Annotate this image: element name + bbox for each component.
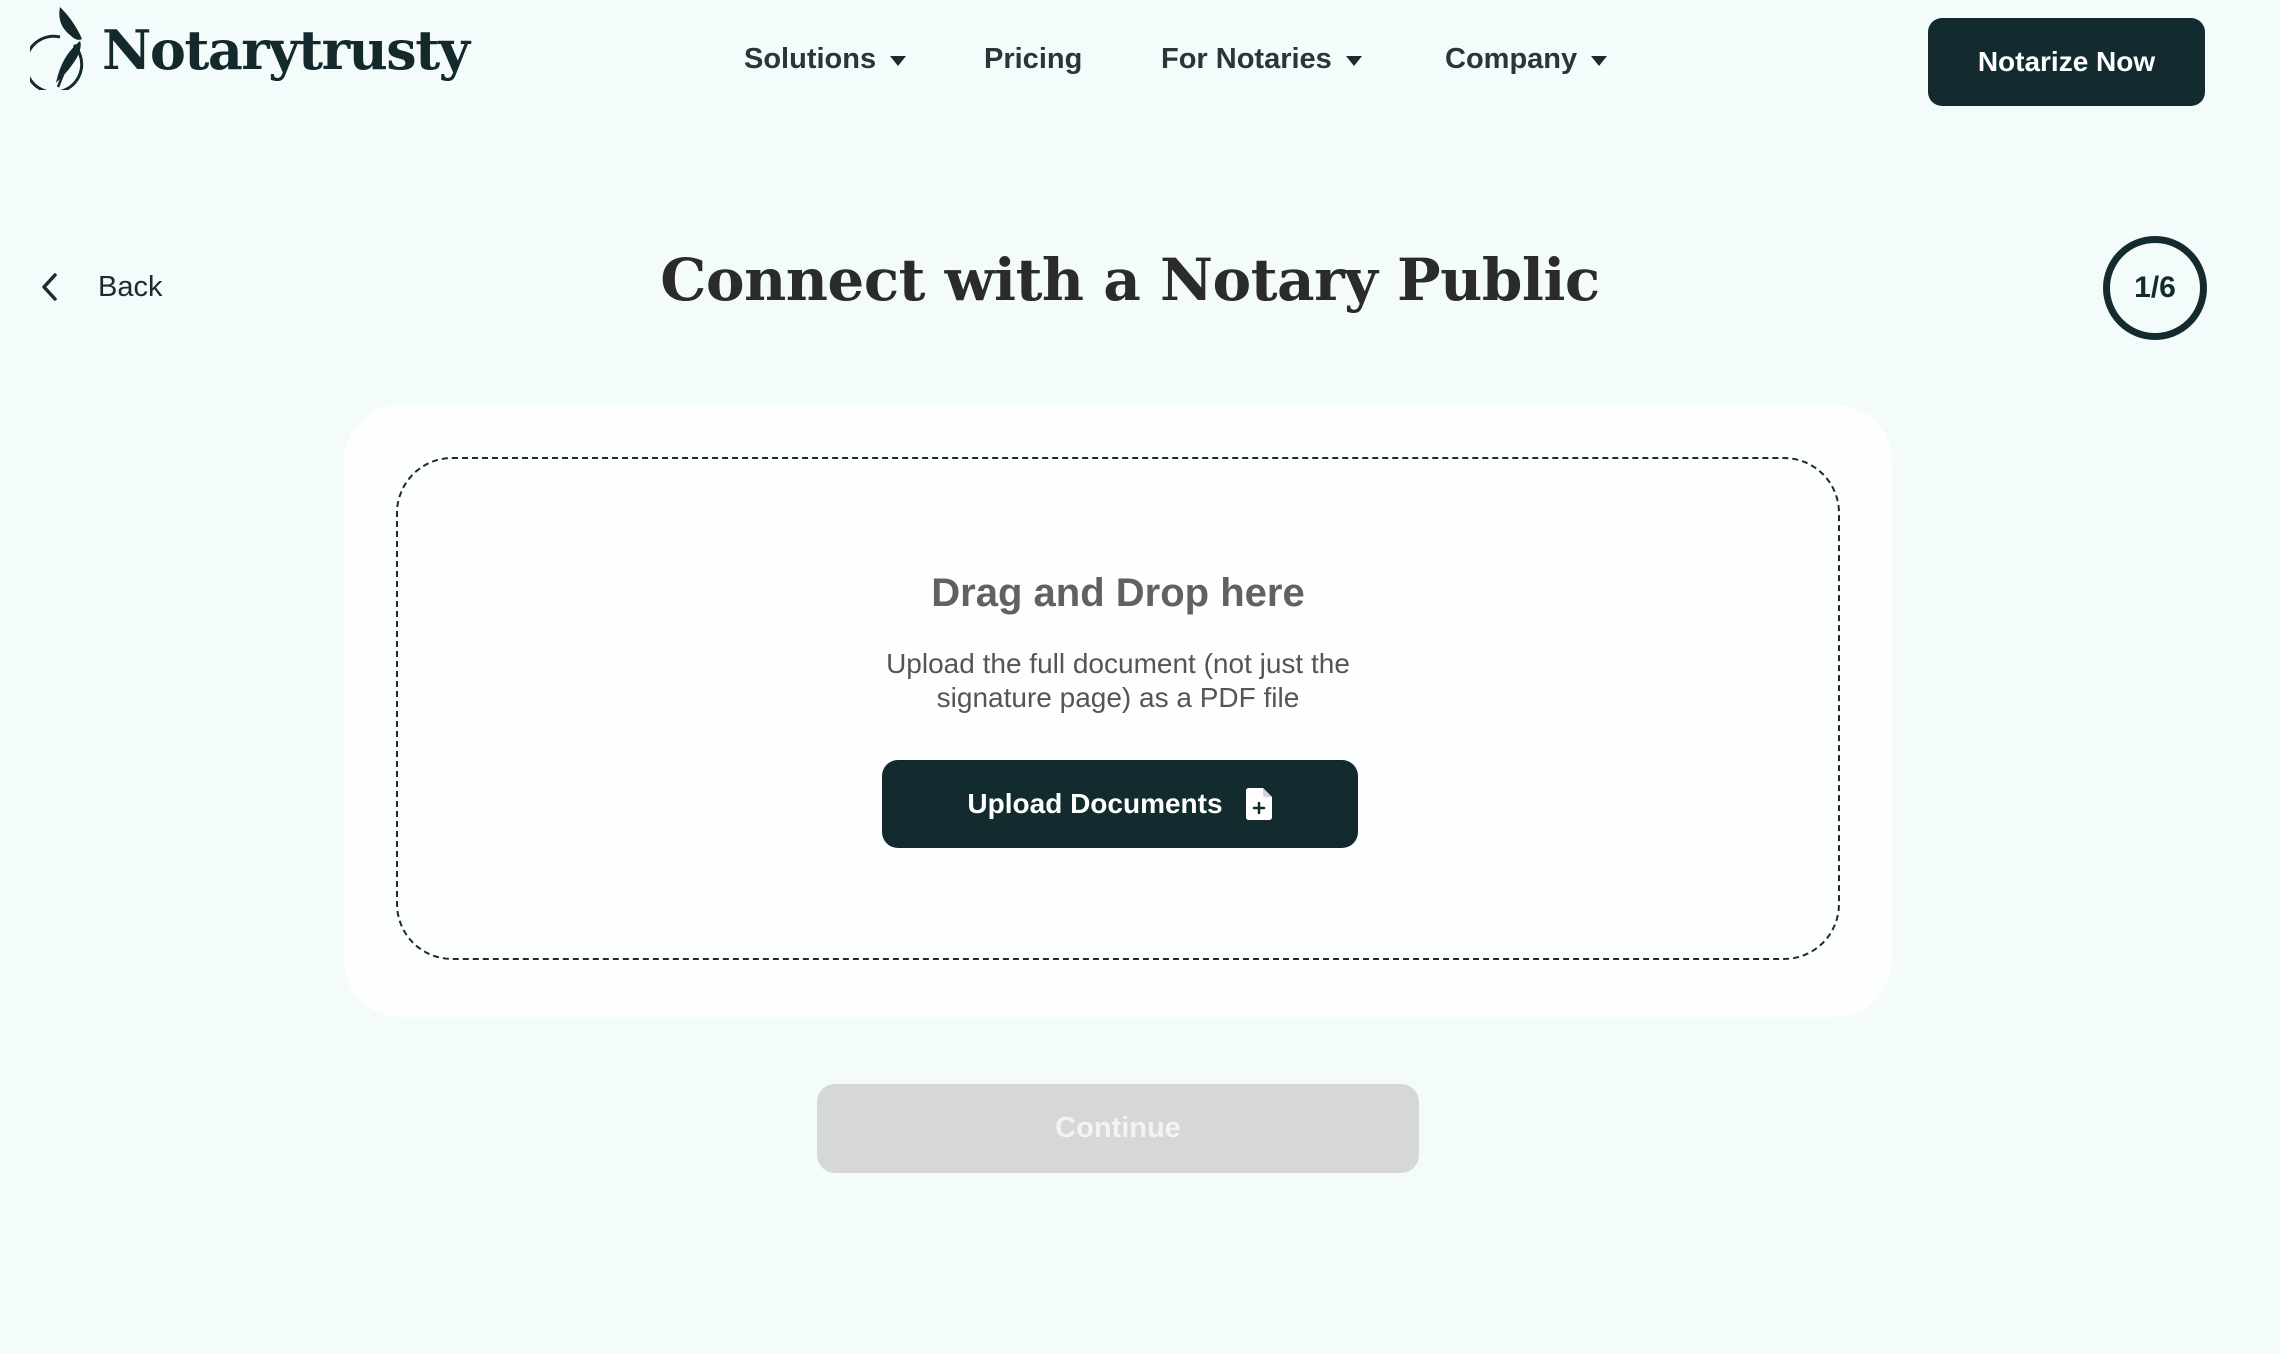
nav-pricing[interactable]: Pricing <box>984 36 1082 82</box>
nav-for-notaries[interactable]: For Notaries <box>1161 36 1362 82</box>
drop-zone-title: Drag and Drop here <box>931 571 1305 615</box>
drop-zone[interactable]: Drag and Drop here Upload the full docum… <box>396 457 1840 960</box>
quill-logo-icon <box>30 7 84 90</box>
nav-solutions[interactable]: Solutions <box>744 36 907 82</box>
caret-down-icon <box>890 55 907 66</box>
drop-zone-description: Upload the full document (not just the s… <box>886 648 1350 713</box>
caret-down-icon <box>1345 55 1362 66</box>
site-header: Notarytrusty Solutions Pricing For Notar… <box>0 0 2280 120</box>
step-indicator: 1/6 <box>2103 236 2207 340</box>
caret-down-icon <box>1591 55 1608 66</box>
nav-company-label: Company <box>1445 42 1578 75</box>
notarize-now-button[interactable]: Notarize Now <box>1928 18 2205 106</box>
upload-documents-label: Upload Documents <box>967 788 1223 819</box>
upload-card: Drag and Drop here Upload the full docum… <box>344 405 1892 1017</box>
continue-button[interactable]: Continue <box>817 1084 1419 1173</box>
nav-solutions-label: Solutions <box>744 42 877 75</box>
file-plus-icon <box>1245 788 1272 820</box>
nav-for-notaries-label: For Notaries <box>1161 42 1332 75</box>
upload-documents-button[interactable]: Upload Documents <box>882 760 1358 848</box>
brand-name: Notarytrusty <box>102 17 470 82</box>
nav-company[interactable]: Company <box>1445 36 1608 82</box>
page-title: Connect with a Notary Public <box>660 246 1600 314</box>
nav-pricing-label: Pricing <box>984 42 1083 75</box>
brand-logo[interactable]: Notarytrusty <box>30 5 470 90</box>
